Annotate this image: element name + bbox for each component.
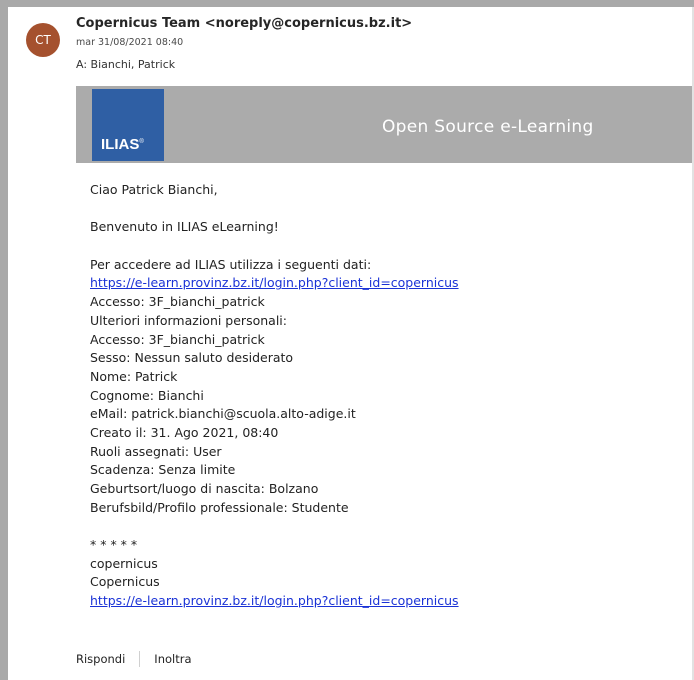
detail-line: Geburtsort/luogo di nascita: Bolzano <box>90 481 319 496</box>
reply-button[interactable]: Rispondi <box>76 652 125 666</box>
ilias-banner: ILIAS® Open Source e-Learning <box>76 86 694 163</box>
signature-link[interactable]: https://e-learn.provinz.bz.it/login.php?… <box>90 593 459 608</box>
ilias-logo: ILIAS® <box>92 89 164 161</box>
signature-line: Copernicus <box>90 574 160 590</box>
forward-button[interactable]: Inoltra <box>154 652 191 666</box>
detail-line: Ruoli assegnati: User <box>90 443 222 459</box>
email-message: CT Copernicus Team <noreply@copernicus.b… <box>8 7 694 680</box>
detail-line: Scadenza: Senza limite <box>90 462 236 478</box>
sent-date: mar 31/08/2021 08:40 <box>76 37 184 48</box>
detail-line: Berufsbild/Profilo professionale: Studen… <box>90 499 349 515</box>
signature-line: copernicus <box>90 555 158 571</box>
greeting: Ciao Patrick Bianchi, <box>90 182 218 197</box>
login-link[interactable]: https://e-learn.provinz.bz.it/login.php?… <box>90 275 459 290</box>
detail-line: Cognome: Bianchi <box>90 387 204 403</box>
intro-line: Per accedere ad ILIAS utilizza i seguent… <box>90 256 372 272</box>
detail-line: eMail: patrick.bianchi@scuola.alto-adige… <box>90 406 356 422</box>
action-divider <box>139 651 141 667</box>
detail-line: Ulteriori informazioni personali: <box>90 312 287 328</box>
detail-line: Accesso: 3F_bianchi_patrick <box>90 294 265 310</box>
message-actions: Rispondi Inoltra <box>76 651 192 667</box>
ilias-logo-text: ILIAS® <box>101 136 144 153</box>
detail-line: Sesso: Nessun saluto desiderato <box>90 350 294 366</box>
signature-separator: * * * * * <box>90 537 138 553</box>
detail-line: Nome: Patrick <box>90 368 178 384</box>
email-body: Ciao Patrick Bianchi, Benvenuto in ILIAS… <box>90 181 459 611</box>
sender-avatar[interactable]: CT <box>26 23 60 57</box>
welcome-line: Benvenuto in ILIAS eLearning! <box>90 219 279 235</box>
sender-name[interactable]: Copernicus Team <noreply@copernicus.bz.i… <box>76 16 412 31</box>
banner-tagline: Open Source e-Learning <box>382 117 594 137</box>
recipient-line: A: Bianchi, Patrick <box>76 58 176 71</box>
detail-line: Accesso: 3F_bianchi_patrick <box>90 331 265 347</box>
detail-line: Creato il: 31. Ago 2021, 08:40 <box>90 424 279 440</box>
